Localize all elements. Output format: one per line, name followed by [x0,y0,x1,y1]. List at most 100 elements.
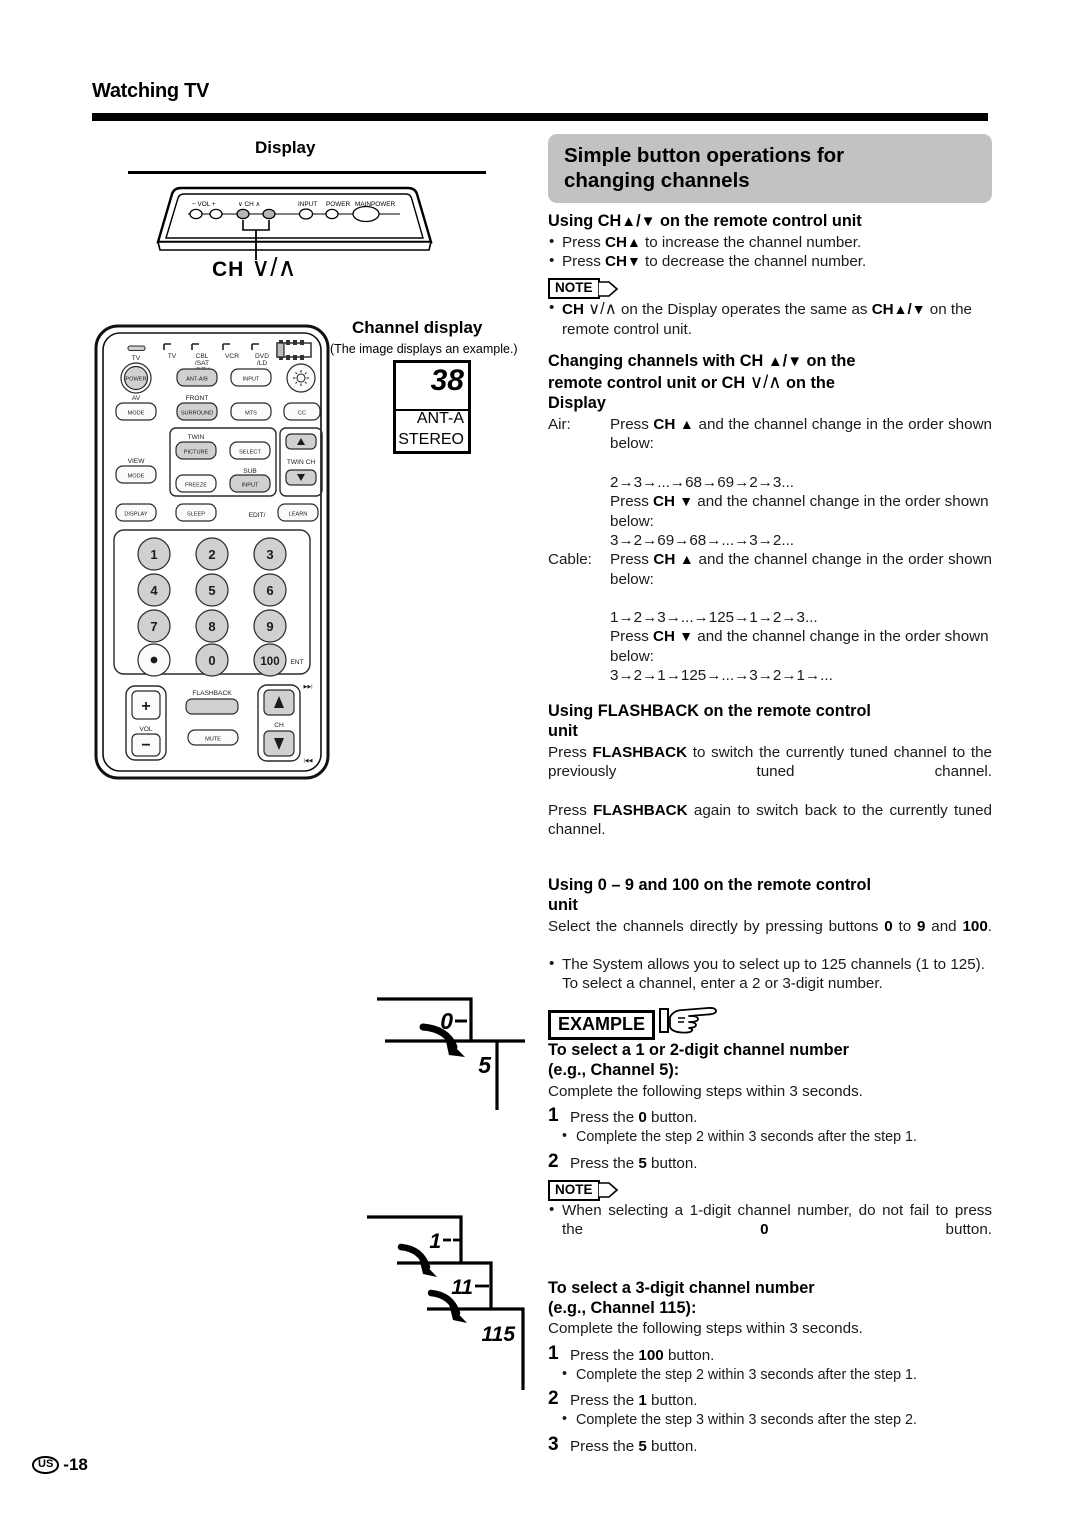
section-banner-line2: changing channels [564,169,750,192]
step-number: 1 [548,1342,559,1364]
svg-text:CH: CH [274,722,284,729]
note-1-bullets: CH ∨/∧ on the Display operates the same … [548,298,992,339]
note-ch-bold-2: CH [871,301,894,319]
note-arrow-icon [597,1181,618,1199]
cable-sequence-up: 1→2→3→...→125→1→2→3... [610,609,818,627]
b: 5 [638,1154,647,1172]
heading-using-ch-updown-post: on the remote control unit [655,212,862,230]
b: FLASHBACK [593,801,688,819]
t: Press [548,801,594,819]
example-tag: EXAMPLE [548,1005,992,1041]
bullet1-bold: CH [605,233,627,251]
svg-text:MUTE: MUTE [205,737,221,743]
svg-text:CC: CC [298,411,306,417]
channel-display-box: 38 ANT-A STEREO [393,360,471,454]
down-triangle-icon: ▼ [640,213,656,230]
up-triangle-icon: ▲ [767,352,783,370]
bullet2-pre: Press [562,253,606,271]
svg-text:LEARN: LEARN [289,512,308,518]
list-item: CH ∨/∧ on the Display operates the same … [548,298,992,339]
heading-changing-channels: Changing channels with CH ▲/▼ on the rem… [548,351,856,413]
b: 100 [638,1346,664,1364]
svg-text:▶▶|: ▶▶| [304,684,313,690]
note-arrow-icon [597,280,618,298]
svg-text:TWIN CH: TWIN CH [287,459,315,466]
svg-text:ENT: ENT [290,659,303,666]
air-sequence-down: 3→2→69→68→...→3→2... [610,531,795,549]
t: Press [610,551,654,569]
channel-display-title: Channel display [352,318,483,337]
example2-step-1-sub: Complete the step 2 within 3 seconds aft… [548,1365,992,1384]
bullet2-bold: CH [605,253,627,271]
example2-step-2-sub: Complete the step 3 within 3 seconds aft… [548,1410,992,1429]
example2-title-l1: To select a 3-digit channel number [548,1278,815,1297]
section-banner: Simple button operations for changing ch… [548,134,992,203]
t2: button. [646,1154,698,1172]
t2: button. [646,1392,698,1410]
svg-text:DISPLAY: DISPLAY [124,512,147,518]
example1-title: To select a 1 or 2-digit channel number … [548,1041,992,1081]
air-press-down: Press CH ▼ and the channel change in the… [610,492,992,531]
channel-display-subtitle: (The image displays an example.) [330,342,518,356]
svg-text:FLASHBACK: FLASHBACK [192,690,232,697]
svg-text:MODE: MODE [128,411,145,417]
t: Press the [570,1154,639,1172]
note-tag-1: NOTE [548,278,618,300]
example2-title-l2: (e.g., Channel 115): [548,1298,697,1317]
svg-text:VIEW: VIEW [128,458,146,465]
ch-down-up-symbol-icon: ∨/∧ [749,371,782,393]
heading-flashback-l1: Using FLASHBACK on the remote control [548,702,871,721]
t: Press [610,628,654,646]
heading-changing-l2b: on the [781,374,835,393]
display-section-rule [128,171,486,174]
svg-text:∨ CH ∧: ∨ CH ∧ [238,201,260,208]
channel-display-number: 38 [430,364,464,397]
up-triangle-icon: ▲ [893,301,908,318]
t: Press [548,744,593,762]
heading-using-ch-updown: Using CH▲/▼ on the remote control unit [548,212,992,232]
svg-text:|◀◀: |◀◀ [304,758,313,764]
cable-press-up: Press CH ▲ and the channel change in the… [610,550,992,608]
up-triangle-icon: ▲ [621,213,637,230]
down-triangle-icon: ▼ [787,352,803,370]
svg-text:VCR: VCR [225,353,239,360]
cable-value: Press CH ▲ and the channel change in the… [610,550,992,685]
down-triangle-icon: ▼ [679,628,694,645]
step-diagram-2digit: 0 5 [375,985,525,1115]
b: FLASHBACK [592,744,688,762]
svg-text:0: 0 [208,653,215,668]
bullet2-post: to decrease the channel number. [640,253,867,271]
svg-text:AV: AV [132,395,141,402]
svg-text:ANT-A/B: ANT-A/B [186,377,208,383]
t3: and [925,917,963,935]
t2: button. [768,1221,992,1239]
step-text: Press the 100 button. [570,1344,992,1365]
svg-text:6: 6 [266,583,273,598]
heading-changing-l1b: on the [802,351,856,370]
svg-text:POWER: POWER [125,377,146,383]
heading-numeric-l2: unit [548,895,578,914]
cable-key-label: Cable: [548,551,592,569]
svg-text:INPUT: INPUT [243,377,260,383]
page-number: -18 [63,1455,88,1474]
flashback-p2: Press FLASHBACK again to switch back to … [548,801,992,859]
t2: button. [663,1346,715,1364]
b0: 0 [884,917,893,935]
manual-page: Watching TV Display − VOL + ∨ CH ∧ INPUT… [0,0,1080,1528]
heading-using-ch-updown-pre: Using CH [548,212,622,230]
svg-text:INPUT: INPUT [242,483,259,489]
section-banner-line1: Simple button operations for [564,144,845,167]
air-key-label: Air: [548,416,571,434]
b: CH [653,493,675,511]
page-header-title: Watching TV [92,80,210,102]
b: 0 [638,1109,647,1127]
step-text: Press the 0 button. [570,1106,992,1127]
b: 1 [638,1392,647,1410]
t: Press [610,416,654,434]
note-label: NOTE [548,278,600,300]
svg-text:+: + [141,698,150,715]
step-text: Press the 1 button. [570,1389,992,1410]
example1-intro: Complete the following steps within 3 se… [548,1082,863,1100]
example1-title-l1: To select a 1 or 2-digit channel number [548,1041,849,1060]
pointing-hand-icon [656,1005,718,1040]
